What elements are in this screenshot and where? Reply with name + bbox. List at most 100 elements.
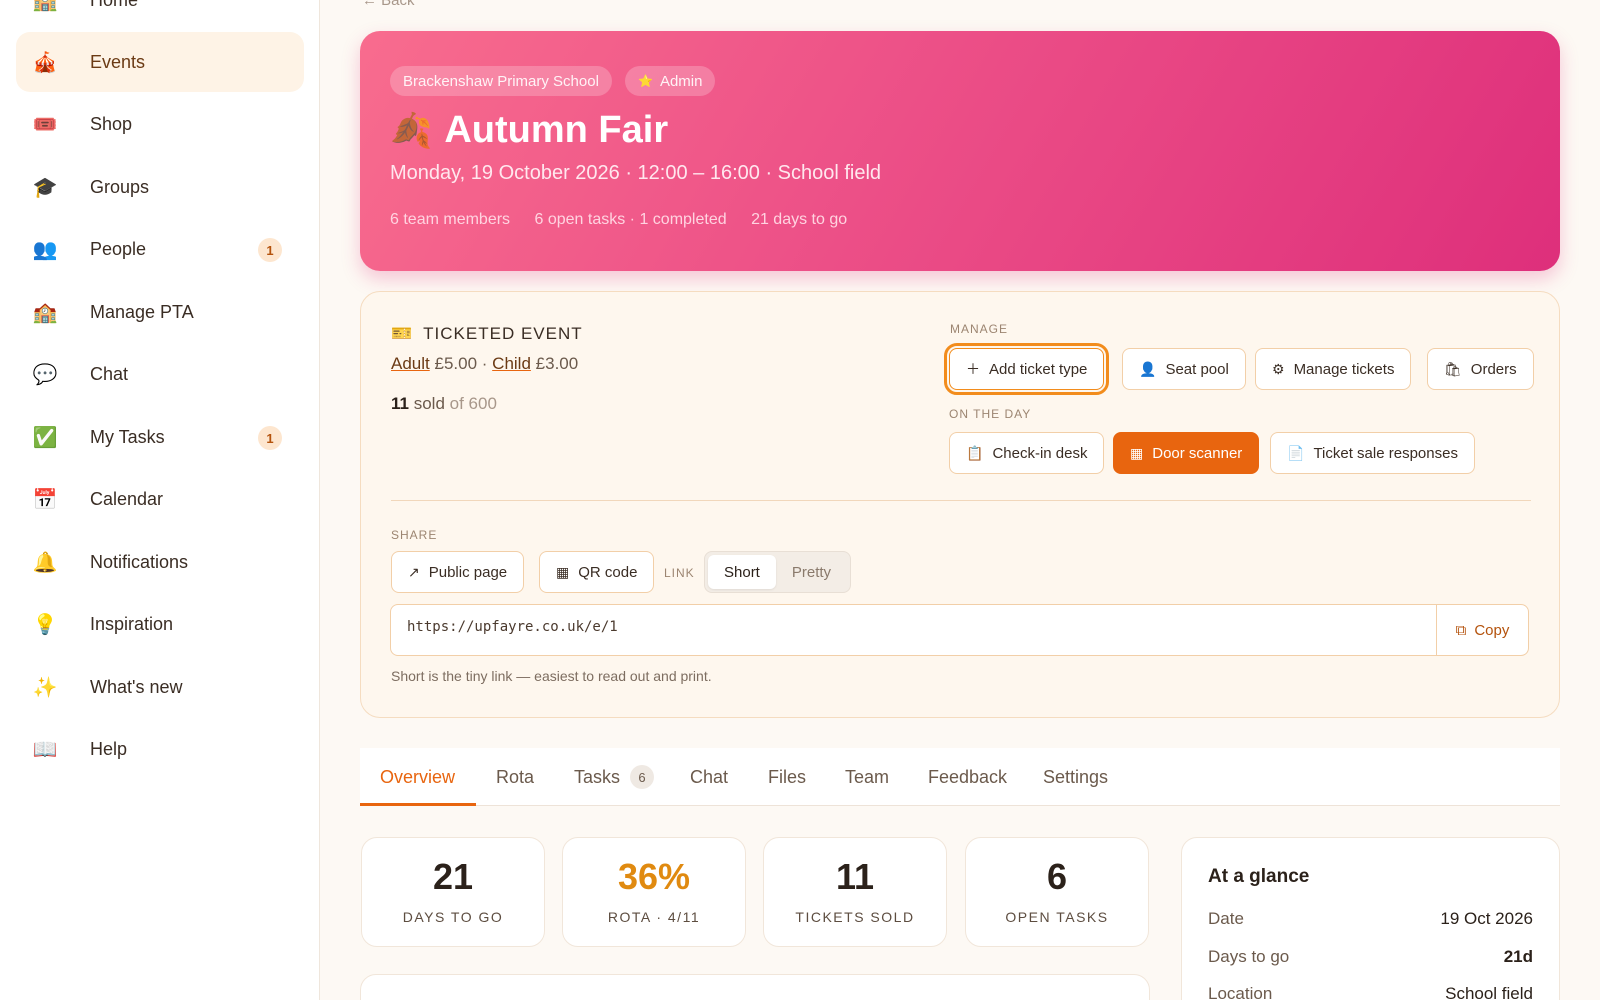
gear-icon: ⚙ xyxy=(1272,360,1285,377)
link-mode-pretty[interactable]: Pretty xyxy=(776,555,847,589)
stat-label: TICKETS SOLD xyxy=(795,909,915,925)
orders-button[interactable]: 🛍 Orders xyxy=(1427,348,1534,390)
sidebar-item-help[interactable]: 📖 Help xyxy=(16,719,304,779)
sidebar-item-events[interactable]: 🎪 Events xyxy=(16,32,304,92)
event-meta: 6 team members 6 open tasks · 1 complete… xyxy=(390,211,867,229)
speech-bubble-icon: 💬 xyxy=(32,363,58,386)
sidebar-item-people[interactable]: 👥 People 1 xyxy=(16,219,304,279)
stat-value: 11 xyxy=(835,856,875,897)
tasks-count-badge: 6 xyxy=(630,765,655,789)
divider xyxy=(391,500,1531,501)
stat-days-to-go: 21 DAYS TO GO xyxy=(361,837,545,947)
stat-open-tasks: 6 OPEN TASKS xyxy=(965,837,1149,947)
sidebar-item-notifications[interactable]: 🔔 Notifications xyxy=(16,532,304,592)
tickets-sold-summary: 11 sold of 600 xyxy=(391,394,497,414)
copy-button[interactable]: ⧉ Copy xyxy=(1436,605,1528,655)
sidebar-item-label: Inspiration xyxy=(90,613,174,634)
glance-row-days: Days to go 21d xyxy=(1208,947,1533,966)
tab-feedback[interactable]: Feedback xyxy=(928,748,1007,806)
stat-value: 21 xyxy=(432,856,474,897)
sidebar-item-label: My Tasks xyxy=(90,426,165,447)
role-chip: ⭐ Admin xyxy=(625,66,716,96)
child-price: £3.00 xyxy=(535,354,579,373)
public-page-button[interactable]: ↗ Public page xyxy=(391,551,525,593)
glance-row-date: Date 19 Oct 2026 xyxy=(1208,909,1533,928)
ticket-sale-responses-button[interactable]: 📄 Ticket sale responses xyxy=(1270,432,1475,474)
sold-word: sold xyxy=(413,394,445,413)
sidebar-item-label: Calendar xyxy=(90,488,164,509)
sidebar-item-manage-pta[interactable]: 🏫 Manage PTA xyxy=(16,282,304,342)
share-url: https://upfayre.co.uk/e/1 xyxy=(407,619,618,635)
glance-title: At a glance xyxy=(1208,866,1310,887)
sidebar-item-shop[interactable]: 🎟️ Shop xyxy=(16,94,304,154)
ticket-icon: 🎫 xyxy=(391,324,414,343)
check-in-desk-button[interactable]: 📋 Check-in desk xyxy=(949,432,1105,474)
event-title: 🍂 Autumn Fair xyxy=(390,109,668,152)
sidebar: 🏫 Home 🎪 Events 🎟️ Shop 🎓 Groups 👥 Peopl… xyxy=(0,0,320,1000)
people-icon: 👥 xyxy=(32,238,58,261)
stat-tickets-sold: 11 TICKETS SOLD xyxy=(763,837,947,947)
autumn-leaf-icon: 🍂 xyxy=(390,111,433,150)
school-chip: Brackenshaw Primary School xyxy=(390,66,612,96)
stat-value: 36% xyxy=(617,856,691,897)
ticketed-event-heading: 🎫 TICKETED EVENT xyxy=(391,324,583,344)
sidebar-item-label: What's new xyxy=(90,676,183,697)
sidebar-item-inspiration[interactable]: 💡 Inspiration xyxy=(16,594,304,654)
child-ticket-link[interactable]: Child xyxy=(492,354,531,373)
external-link-icon: ↗ xyxy=(408,563,420,580)
tab-rota[interactable]: Rota xyxy=(496,748,534,806)
event-tabs: Overview Rota Tasks 6 Chat Files Team Fe… xyxy=(360,748,1560,806)
sidebar-item-label: People xyxy=(90,238,147,259)
sidebar-item-whats-new[interactable]: ✨ What's new xyxy=(16,657,304,717)
countdown: 21 days to go xyxy=(751,211,848,228)
tab-team[interactable]: Team xyxy=(845,748,889,806)
book-icon: 📖 xyxy=(32,738,58,761)
sidebar-item-label: Groups xyxy=(90,176,150,197)
tab-overview[interactable]: Overview xyxy=(380,748,455,806)
active-tab-indicator xyxy=(360,803,476,806)
stat-label: OPEN TASKS xyxy=(1005,909,1109,925)
task-summary: 6 open tasks · 1 completed xyxy=(534,211,727,228)
ticketed-event-label: TICKETED EVENT xyxy=(423,324,583,343)
sidebar-item-home[interactable]: 🏫 Home xyxy=(16,0,304,30)
clipboard-list-icon: 📄 xyxy=(1287,444,1305,461)
qr-code-button[interactable]: ▦ QR code xyxy=(539,551,655,593)
link-style-toggle: Short Pretty xyxy=(704,551,852,593)
ticket-prices: Adult £5.00 · Child £3.00 xyxy=(391,354,578,374)
add-ticket-type-button[interactable]: ＋ Add ticket type xyxy=(943,343,1110,395)
on-the-day-label: ON THE DAY xyxy=(949,407,1032,421)
graduation-cap-icon: 🎓 xyxy=(32,176,58,199)
sidebar-item-label: Shop xyxy=(90,113,133,134)
lightbulb-icon: 💡 xyxy=(32,613,58,636)
door-scanner-button[interactable]: ▦ Door scanner xyxy=(1113,432,1260,474)
circus-tent-icon: 🎪 xyxy=(32,51,58,74)
tab-files[interactable]: Files xyxy=(768,748,806,806)
shopping-bag-icon: 🛍 xyxy=(1444,360,1462,377)
sidebar-item-calendar[interactable]: 📅 Calendar xyxy=(16,469,304,529)
sidebar-item-my-tasks[interactable]: ✅ My Tasks 1 xyxy=(16,407,304,467)
adult-ticket-link[interactable]: Adult xyxy=(391,354,430,373)
school-icon: 🏫 xyxy=(32,0,58,12)
ticket-icon: 🎟️ xyxy=(32,113,58,136)
calendar-icon: 📅 xyxy=(32,488,58,511)
sidebar-item-chat[interactable]: 💬 Chat xyxy=(16,344,304,404)
bell-icon: 🔔 xyxy=(32,551,58,574)
tab-tasks[interactable]: Tasks 6 xyxy=(574,748,655,806)
seat-pool-button[interactable]: 👤 Seat pool xyxy=(1122,348,1246,390)
separator: · xyxy=(481,354,488,373)
clipboard-icon: 📋 xyxy=(966,444,984,461)
back-link[interactable]: ← Back xyxy=(362,0,415,9)
qr-scan-icon: ▦ xyxy=(1130,444,1144,461)
notification-badge: 1 xyxy=(258,426,282,450)
tab-chat[interactable]: Chat xyxy=(690,748,728,806)
tab-settings[interactable]: Settings xyxy=(1043,748,1108,806)
share-url-field[interactable]: https://upfayre.co.uk/e/1 ⧉ Copy xyxy=(390,604,1529,656)
event-subtitle: Monday, 19 October 2026 · 12:00 – 16:00 … xyxy=(390,162,882,184)
stat-rota: 36% ROTA · 4/11 xyxy=(562,837,746,947)
overview-card xyxy=(360,974,1150,1000)
plus-icon: ＋ xyxy=(966,361,980,377)
link-mode-short[interactable]: Short xyxy=(708,555,776,589)
manage-tickets-button[interactable]: ⚙ Manage tickets xyxy=(1255,348,1412,390)
check-box-icon: ✅ xyxy=(32,426,58,449)
sidebar-item-groups[interactable]: 🎓 Groups xyxy=(16,157,304,217)
